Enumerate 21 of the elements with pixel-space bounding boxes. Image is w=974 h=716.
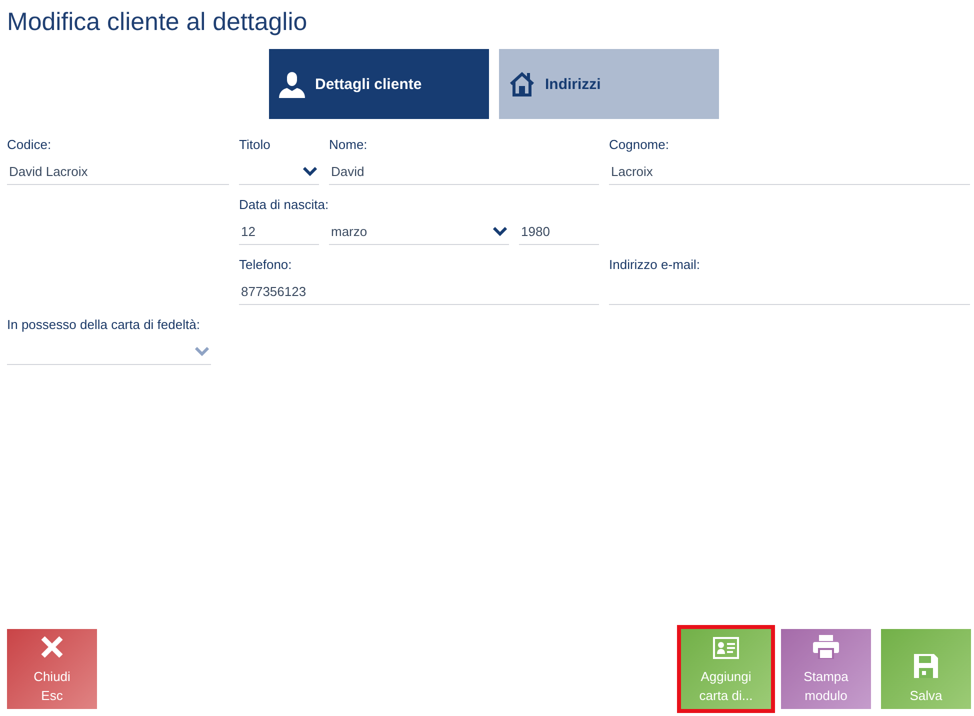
close-icon: [40, 635, 64, 659]
field-label: Data di nascita:: [239, 196, 330, 214]
field-label: Telefono:: [239, 256, 293, 274]
field-label: Nome:: [329, 136, 368, 154]
page-title: Modifica cliente al dettaglio: [7, 7, 308, 38]
tab[interactable]: Dettagli cliente: [269, 49, 489, 119]
field-label: Titolo: [239, 136, 272, 154]
close-button[interactable]: Chiudi Esc: [7, 629, 97, 709]
chevron-icon: [195, 347, 209, 356]
save-icon: [914, 654, 938, 678]
id-card-icon: [713, 637, 739, 659]
field-label: Codice:: [7, 136, 52, 154]
person-icon: [279, 70, 305, 98]
field-label: In possesso della carta di fedeltà:: [7, 316, 201, 334]
tab[interactable]: Indirizzi: [499, 49, 719, 119]
chevron-icon: [493, 227, 507, 236]
house-icon: [509, 71, 535, 97]
chevron-icon: [303, 167, 317, 176]
printer-icon: [813, 635, 839, 659]
field-label: Indirizzo e-mail:: [609, 256, 702, 274]
field-label: Cognome:: [609, 136, 670, 154]
